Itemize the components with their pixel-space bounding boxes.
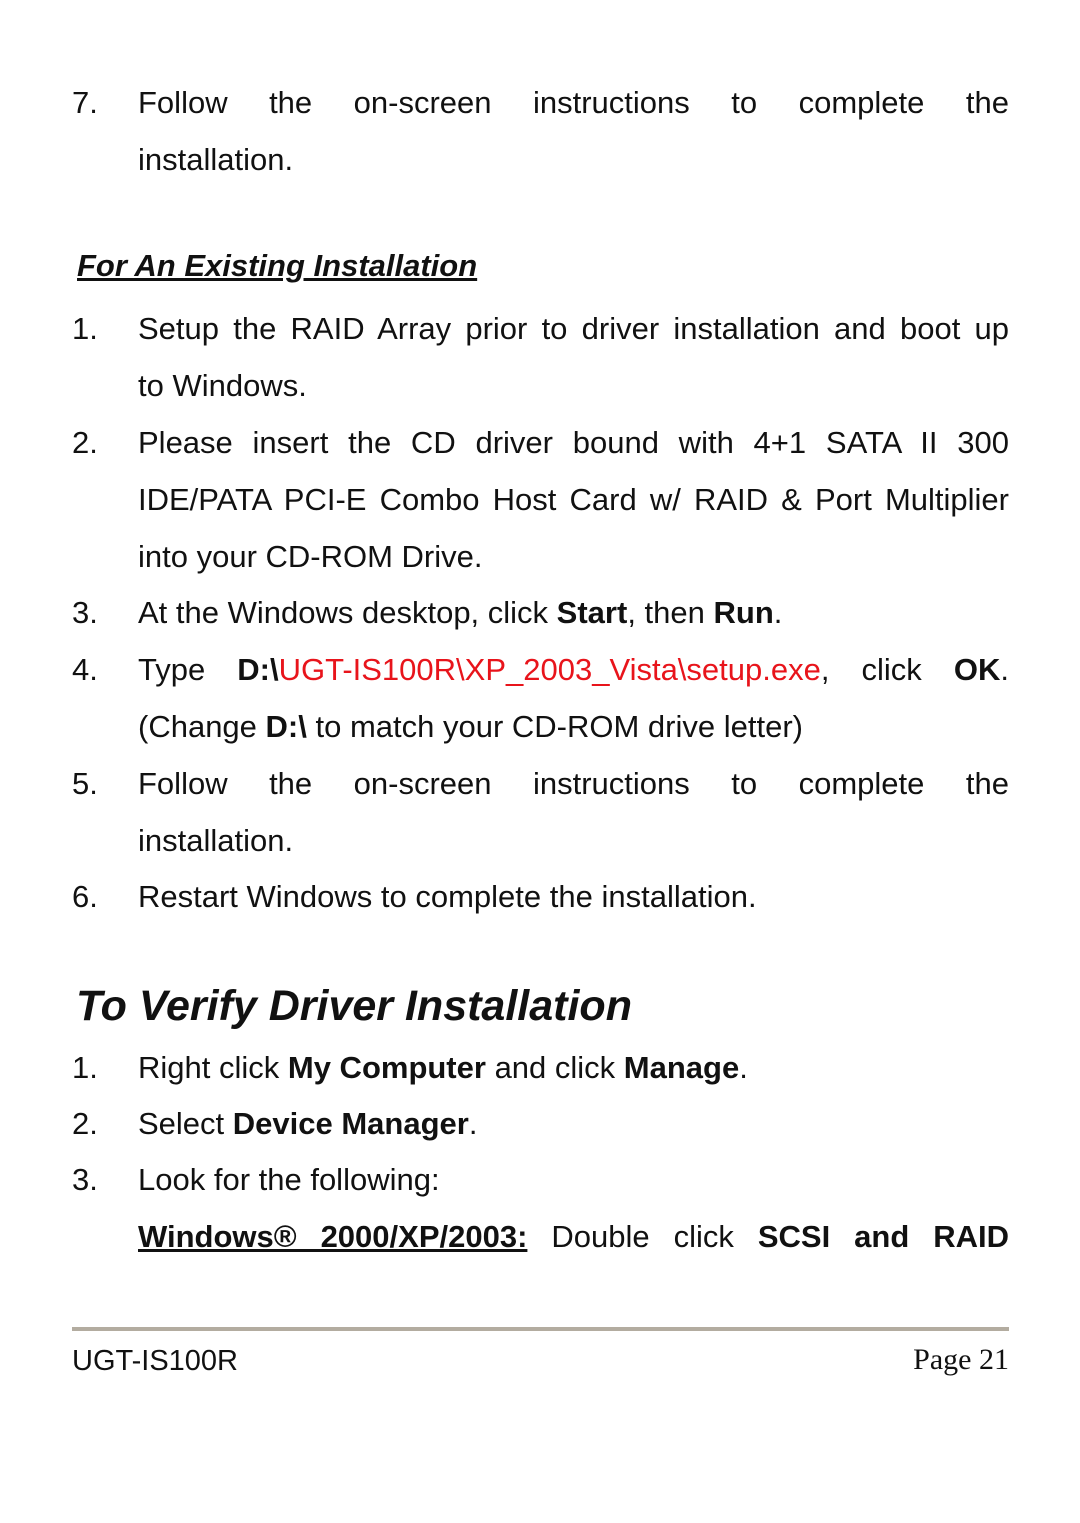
- run-label: Run: [713, 595, 774, 630]
- step-7: 7. Follow the on-screen instructions to …: [72, 85, 1009, 177]
- existing-step-5: 5. Follow the on-screen instructions to …: [72, 766, 1009, 858]
- verify-step-2: 2. Select Device Manager.: [72, 1106, 478, 1141]
- existing-step-6: 6. Restart Windows to complete the insta…: [72, 879, 757, 914]
- footer-divider: [72, 1327, 1009, 1331]
- setup-path: UGT-IS100R\XP_2003_Vista\setup.exe: [278, 652, 821, 687]
- existing-step-1: 1. Setup the RAID Array prior to driver …: [72, 311, 1009, 403]
- existing-step-2: 2. Please insert the CD driver bound wit…: [72, 425, 1009, 574]
- verify-step-1: 1. Right click My Computer and click Man…: [72, 1050, 748, 1085]
- os-instruction: Windows® 2000/XP/2003: Double click SCSI…: [138, 1219, 1009, 1254]
- os-label: Windows® 2000/XP/2003:: [138, 1219, 528, 1254]
- verify-step-3: 3. Look for the following:: [72, 1162, 440, 1197]
- existing-step-3: 3. At the Windows desktop, click Start, …: [72, 595, 783, 630]
- footer-model: UGT-IS100R: [72, 1345, 238, 1377]
- verify-heading: To Verify Driver Installation: [76, 982, 632, 1030]
- existing-step-4: 4. Type D:\UGT-IS100R\XP_2003_Vista\setu…: [72, 652, 1009, 744]
- start-label: Start: [556, 595, 628, 630]
- page-number: Page 21: [913, 1343, 1009, 1376]
- existing-installation-heading: For An Existing Installation: [77, 248, 478, 283]
